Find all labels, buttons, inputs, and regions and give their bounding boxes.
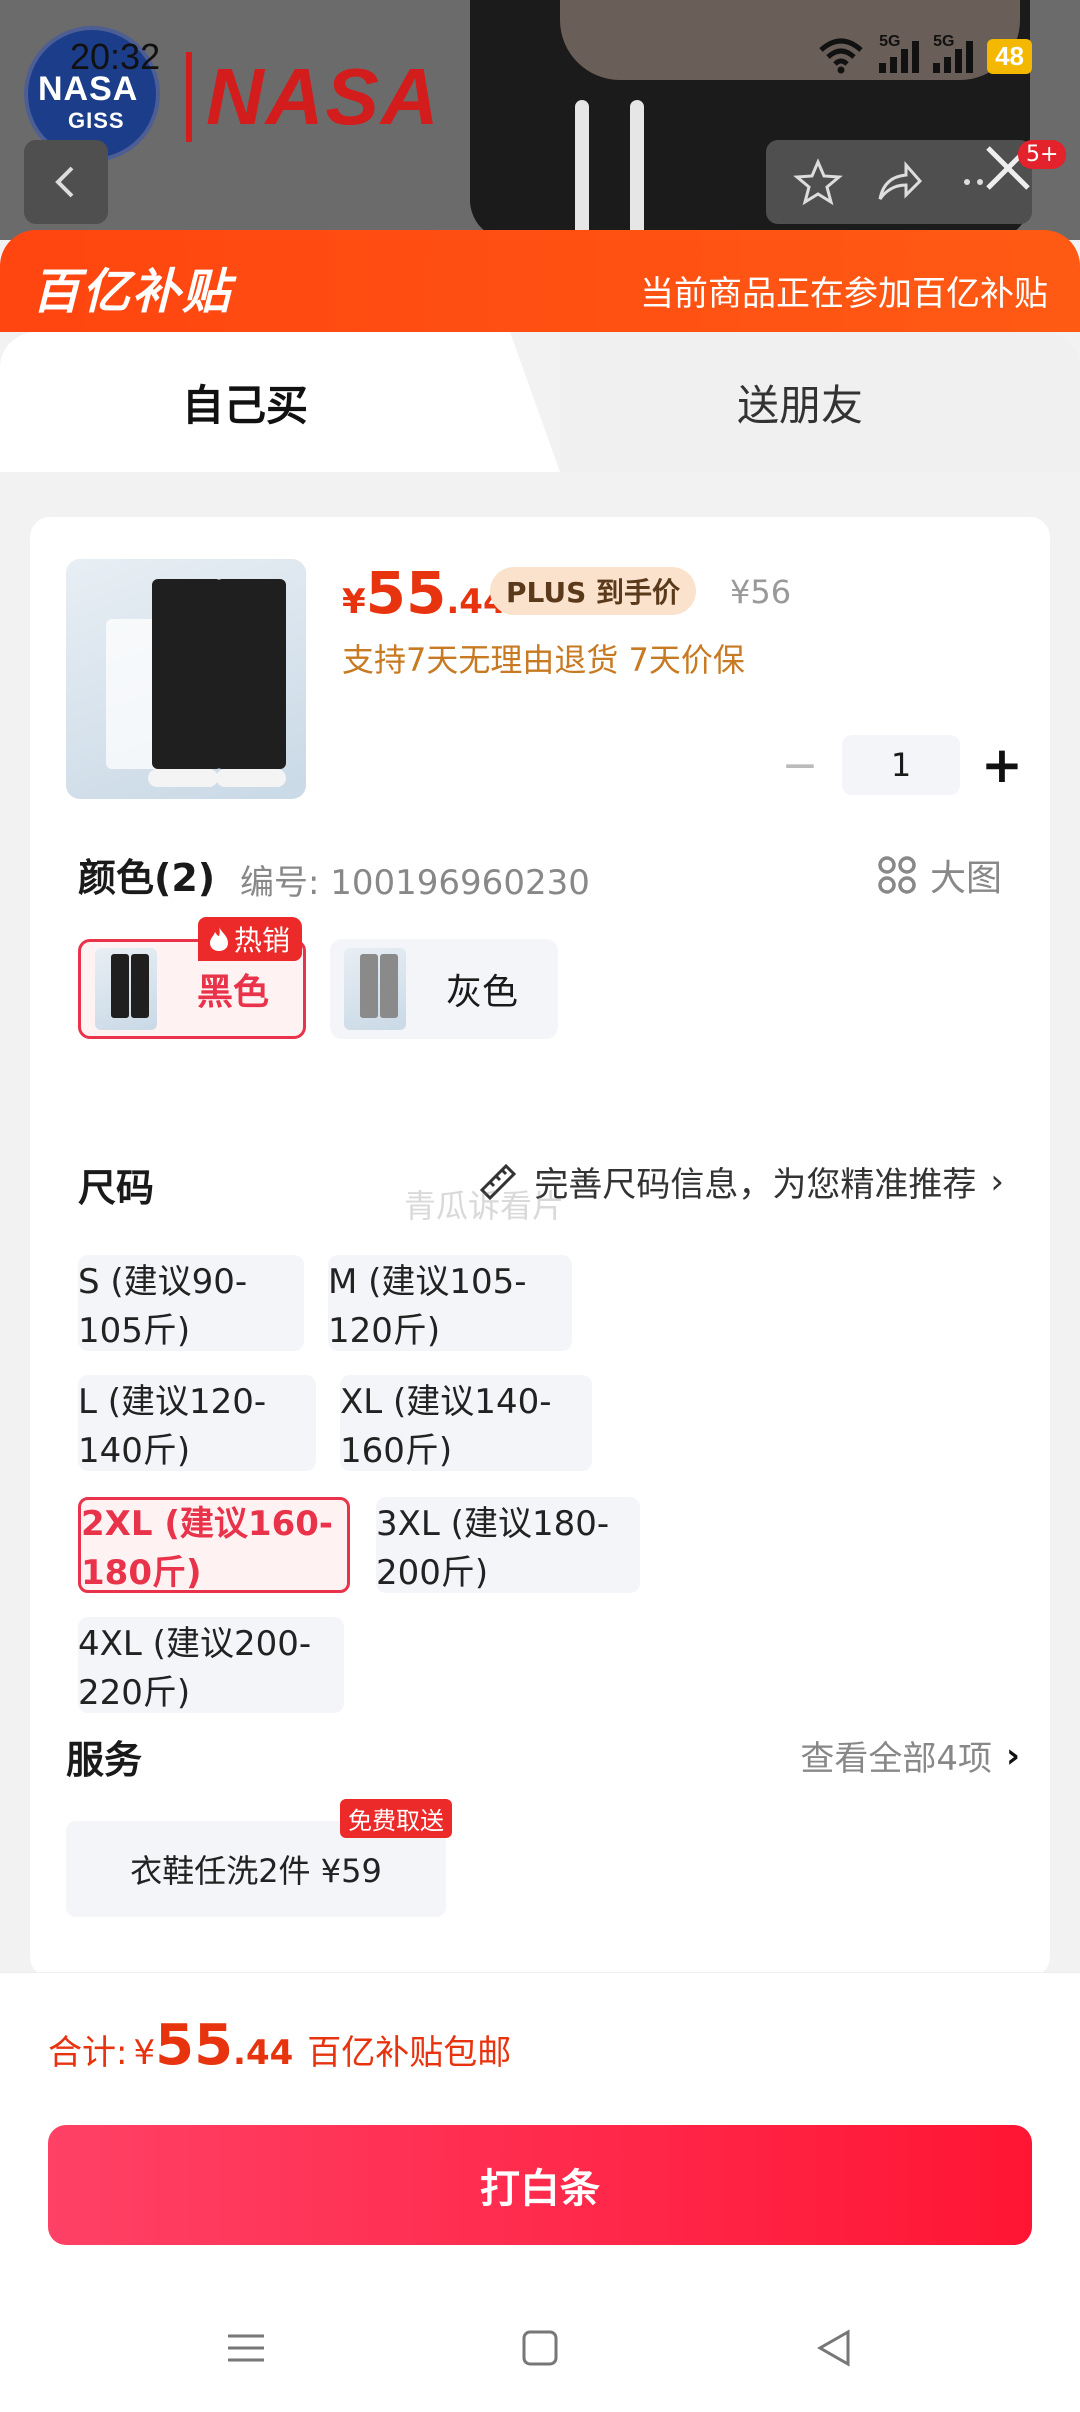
color-option-gray[interactable]: 灰色 — [330, 939, 558, 1039]
chevron-left-icon — [55, 166, 74, 198]
flame-icon — [210, 927, 228, 951]
hot-sale-tag: 热销 — [198, 917, 303, 961]
menu-icon[interactable] — [224, 2326, 268, 2370]
subsidy-banner-text: 当前商品正在参加百亿补贴 — [640, 274, 1048, 314]
product-price: ¥ 55 .44 — [342, 559, 507, 627]
grid-icon — [878, 856, 916, 894]
sku-card: ¥ 55 .44 PLUS 到手价 ¥56 支持7天无理由退货 7天价保 − 1… — [30, 517, 1050, 1977]
pay-with-baitiao-button[interactable]: 打白条 — [48, 2125, 1032, 2245]
size-option-s[interactable]: S (建议90-105斤) — [78, 1255, 304, 1351]
chevron-right-icon: › — [1005, 1735, 1020, 1776]
share-icon[interactable] — [874, 157, 924, 207]
home-icon[interactable] — [518, 2326, 562, 2370]
product-code: 编号: 100196960230 — [240, 863, 590, 903]
watermark: 青瓜诉看片 — [404, 1187, 565, 1225]
size-option-2xl[interactable]: 2XL (建议160-180斤) — [78, 1497, 350, 1593]
checkout-bar: 合计: ¥ 55 .44 百亿补贴包邮 打白条 — [0, 1972, 1080, 2412]
size-title: 尺码 — [78, 1166, 155, 1210]
view-all-services-link[interactable]: 查看全部4项 › — [800, 1731, 1020, 1780]
tab-self[interactable]: 自己买 — [0, 332, 560, 472]
system-navigation-bar — [0, 2283, 1080, 2412]
quantity-stepper: − 1 + — [770, 735, 1032, 795]
color-title: 颜色(2) — [78, 856, 216, 900]
size-option-3xl[interactable]: 3XL (建议180-200斤) — [376, 1497, 640, 1593]
plus-price-tag: PLUS 到手价 — [490, 567, 697, 615]
total-price: 合计: ¥ 55 .44 百亿补贴包邮 — [48, 2013, 512, 2078]
quantity-input[interactable]: 1 — [842, 735, 960, 795]
increase-button[interactable]: + — [972, 735, 1032, 795]
free-pickup-tag: 免费取送 — [340, 1799, 452, 1838]
battery-icon: 48 — [987, 38, 1032, 74]
status-time: 20:32 — [70, 36, 161, 77]
big-picture-button[interactable]: 大图 — [876, 849, 1002, 901]
wifi-icon — [819, 38, 863, 74]
subsidy-logo: 百亿补贴 — [32, 264, 233, 320]
notification-badge: 5+ — [1018, 140, 1067, 169]
product-thumbnail — [66, 559, 306, 799]
color-thumbnail — [344, 948, 406, 1030]
size-option-xl[interactable]: XL (建议140-160斤) — [340, 1375, 592, 1471]
size-option-m[interactable]: M (建议105-120斤) — [328, 1255, 572, 1351]
sku-panel: ¥ 55 .44 PLUS 到手价 ¥56 支持7天无理由退货 7天价保 − 1… — [0, 472, 1080, 1977]
return-policy: 支持7天无理由退货 7天价保 — [342, 641, 745, 679]
size-option-l[interactable]: L (建议120-140斤) — [78, 1375, 316, 1471]
nasa-wordmark: NASA — [186, 52, 441, 142]
back-button[interactable] — [24, 140, 108, 224]
signal-icon-2: 5G — [933, 33, 974, 73]
status-icons: 5G 5G 48 — [817, 33, 1032, 74]
signal-icon-1: 5G — [879, 33, 920, 73]
chevron-right-icon: › — [990, 1161, 1004, 1202]
decrease-button[interactable]: − — [770, 735, 830, 795]
back-triangle-icon[interactable] — [812, 2326, 856, 2370]
tab-gift[interactable]: 送朋友 — [560, 332, 1080, 472]
service-title: 服务 — [66, 1738, 143, 1782]
purchase-tabs: 送朋友 自己买 — [0, 332, 1080, 472]
original-price: ¥56 — [730, 573, 792, 611]
size-option-4xl[interactable]: 4XL (建议200-220斤) — [78, 1617, 344, 1713]
star-icon[interactable] — [793, 157, 844, 207]
color-thumbnail — [95, 948, 157, 1030]
